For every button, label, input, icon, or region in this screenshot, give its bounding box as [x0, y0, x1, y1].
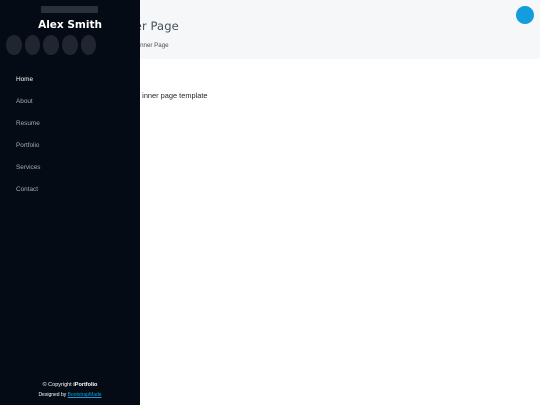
designed-by-label: Designed by: [38, 392, 67, 398]
mobile-nav-toggle-icon[interactable]: [516, 6, 534, 24]
copyright-prefix: © Copyright: [42, 382, 72, 388]
linkedin-icon[interactable]: [80, 35, 97, 55]
twitter-icon[interactable]: [6, 35, 22, 55]
sidebar-footer: © Copyright iPortfolio Designed by Boots…: [0, 380, 140, 400]
nav-item-portfolio[interactable]: Portfolio: [0, 135, 140, 157]
sidebar: Alex Smith Home About Resume Portfolio S…: [0, 0, 140, 405]
nav-item-about[interactable]: About: [0, 91, 140, 113]
instagram-icon[interactable]: [43, 35, 59, 55]
nav-item-resume[interactable]: Resume: [0, 113, 140, 135]
profile-name[interactable]: Alex Smith: [0, 19, 140, 31]
nav-item-services[interactable]: Services: [0, 157, 140, 179]
nav-item-contact[interactable]: Contact: [0, 179, 140, 201]
designer-link[interactable]: BootstrapMade: [68, 392, 102, 398]
profile-image: [41, 6, 98, 13]
social-links: [6, 35, 97, 55]
nav-item-home[interactable]: Home: [0, 69, 140, 91]
copyright-brand: iPortfolio: [73, 382, 98, 388]
breadcrumb-current: Inner Page: [138, 42, 169, 49]
skype-icon[interactable]: [62, 35, 78, 55]
credits: Designed by BootstrapMade: [0, 390, 140, 400]
copyright: © Copyright iPortfolio: [0, 380, 140, 390]
facebook-icon[interactable]: [24, 35, 41, 55]
